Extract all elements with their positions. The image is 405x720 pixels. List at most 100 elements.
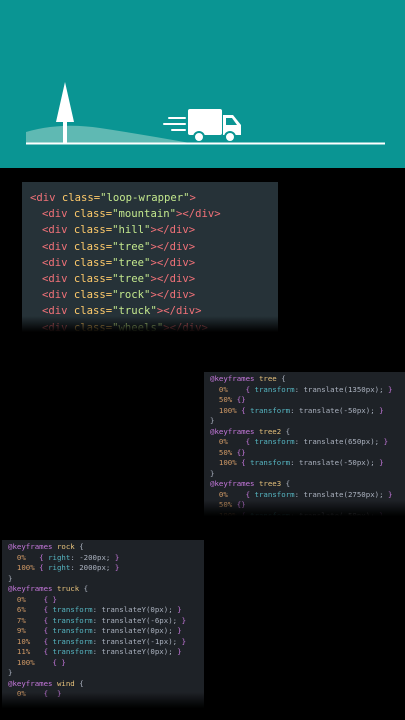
html-code-line: <div class="hill"></div> xyxy=(22,222,278,238)
css-code-line: } xyxy=(2,668,204,679)
code-token: ></div> xyxy=(150,224,196,237)
code-token: <div xyxy=(42,273,74,286)
code-token: : translateY(0px); xyxy=(92,605,178,614)
css-rock-keyframes-panel: @keyframes rock { 0% { right: -200px; } … xyxy=(2,540,204,708)
code-token: transform xyxy=(52,647,93,656)
code-token: : translate(650px); xyxy=(294,437,384,446)
code-token: } xyxy=(379,458,384,467)
scene-illustration xyxy=(26,82,385,145)
wind-lines-icon xyxy=(163,117,186,131)
css-code-line: 50% {} xyxy=(204,395,405,406)
code-token: { xyxy=(39,552,49,562)
html-code-line: <div class="tree"></div> xyxy=(22,271,278,287)
css-code-line: } xyxy=(204,416,405,427)
code-token: : translateY(0px); xyxy=(92,647,178,656)
code-token: } xyxy=(210,468,215,478)
code-token: <div xyxy=(30,192,62,204)
css-code-line: 50% {} xyxy=(204,500,405,511)
code-token: : translate(-50px); xyxy=(290,405,380,415)
code-token: > xyxy=(189,192,196,204)
code-token: right xyxy=(48,552,71,562)
css-code-line: 6% { transform: translateY(0px); } xyxy=(2,605,204,616)
html-code-panel: <div class="loop-wrapper"> <div class="mo… xyxy=(22,182,278,332)
code-token: @keyframes xyxy=(210,426,259,436)
code-token: { xyxy=(43,605,53,614)
code-token: 10% xyxy=(8,636,44,646)
css-code-line: } xyxy=(2,574,204,585)
code-token: tree3 xyxy=(258,479,282,488)
code-token: transform xyxy=(250,510,291,517)
code-token: ></div> xyxy=(175,208,221,221)
code-token: 50% xyxy=(210,447,237,457)
code-token: 9% xyxy=(8,626,44,635)
css-code-line: @keyframes tree3 { xyxy=(204,479,405,490)
code-token: : translateY(-6px); xyxy=(92,615,182,625)
code-token: transform xyxy=(52,636,93,646)
code-token: transform xyxy=(52,615,93,625)
html-code-line: <div class="mountain"></div> xyxy=(22,206,278,222)
code-token: : translate(1350px); xyxy=(294,384,389,394)
code-token: @keyframes xyxy=(8,542,57,551)
code-token: "rock" xyxy=(112,289,151,302)
code-token: 50% xyxy=(210,500,237,509)
css-code-line: 0% { transform: translate(1350px); } xyxy=(204,385,405,396)
code-token: truck xyxy=(56,584,80,593)
code-token: { xyxy=(43,615,53,625)
code-token: ></div> xyxy=(163,321,208,332)
code-token: : translate(-50px); xyxy=(290,458,380,467)
code-token: <div xyxy=(42,256,74,269)
css-code-line: 7% { transform: translateY(-6px); } xyxy=(2,616,204,627)
code-token: { xyxy=(74,678,84,688)
css-code-line: @keyframes wind { xyxy=(2,679,204,690)
code-token: transform xyxy=(254,384,295,394)
code-token: { xyxy=(79,584,89,593)
code-token: { xyxy=(281,479,291,488)
code-token: : translateY(-1px); xyxy=(92,636,182,646)
code-token: "loop-wrapper" xyxy=(100,192,190,204)
code-token: "tree" xyxy=(112,240,151,253)
code-token: { xyxy=(245,489,255,499)
code-token: } xyxy=(114,552,120,562)
code-token: 0% xyxy=(210,384,246,394)
code-token: transform xyxy=(254,437,295,446)
code-token: { xyxy=(245,384,255,394)
code-token: { xyxy=(241,510,251,517)
code-token: {} xyxy=(236,395,246,404)
css-code-line: @keyframes rock { xyxy=(2,542,204,553)
code-token: } xyxy=(383,437,389,446)
code-token: "wheels" xyxy=(112,321,164,332)
code-token: } xyxy=(177,605,182,614)
code-token: } xyxy=(8,668,13,677)
code-token: : -200px; xyxy=(70,552,115,562)
code-token: : 2000px; xyxy=(70,563,115,572)
html-code-line: <div class="wheels"></div> xyxy=(22,320,278,332)
code-token: 0% xyxy=(8,552,40,562)
code-token: transform xyxy=(52,626,93,635)
code-token: <div xyxy=(42,289,74,302)
code-token: right xyxy=(48,563,71,572)
html-code-line: <div class="tree"></div> xyxy=(22,255,278,271)
code-token: transform xyxy=(250,458,291,467)
html-code-lines: <div class="loop-wrapper"> <div class="mo… xyxy=(22,190,278,332)
code-token: { xyxy=(74,542,84,551)
code-token: @keyframes xyxy=(8,584,57,593)
code-token: 0% xyxy=(8,594,44,604)
code-token: 100% xyxy=(210,458,242,467)
code-token: { xyxy=(241,458,251,467)
code-token: 0% xyxy=(210,489,246,499)
code-token: class= xyxy=(61,192,101,204)
code-token: class= xyxy=(73,321,113,332)
code-token: class= xyxy=(73,224,113,237)
code-token: transform xyxy=(250,405,291,415)
code-token: class= xyxy=(73,208,113,221)
code-token: } xyxy=(388,489,393,499)
code-token: { xyxy=(276,374,286,383)
code-token: ></div> xyxy=(150,256,196,269)
css-code-line: 100% { } xyxy=(2,658,204,669)
code-token: } xyxy=(8,573,13,583)
css-code-line: 0% { transform: translate(2750px); } xyxy=(204,490,405,501)
code-token: 7% xyxy=(8,615,44,625)
css-code-line: 0% { } xyxy=(2,689,204,700)
css-code-line: 100% { right: 2000px; } xyxy=(2,563,204,574)
hill-shape xyxy=(26,125,190,143)
